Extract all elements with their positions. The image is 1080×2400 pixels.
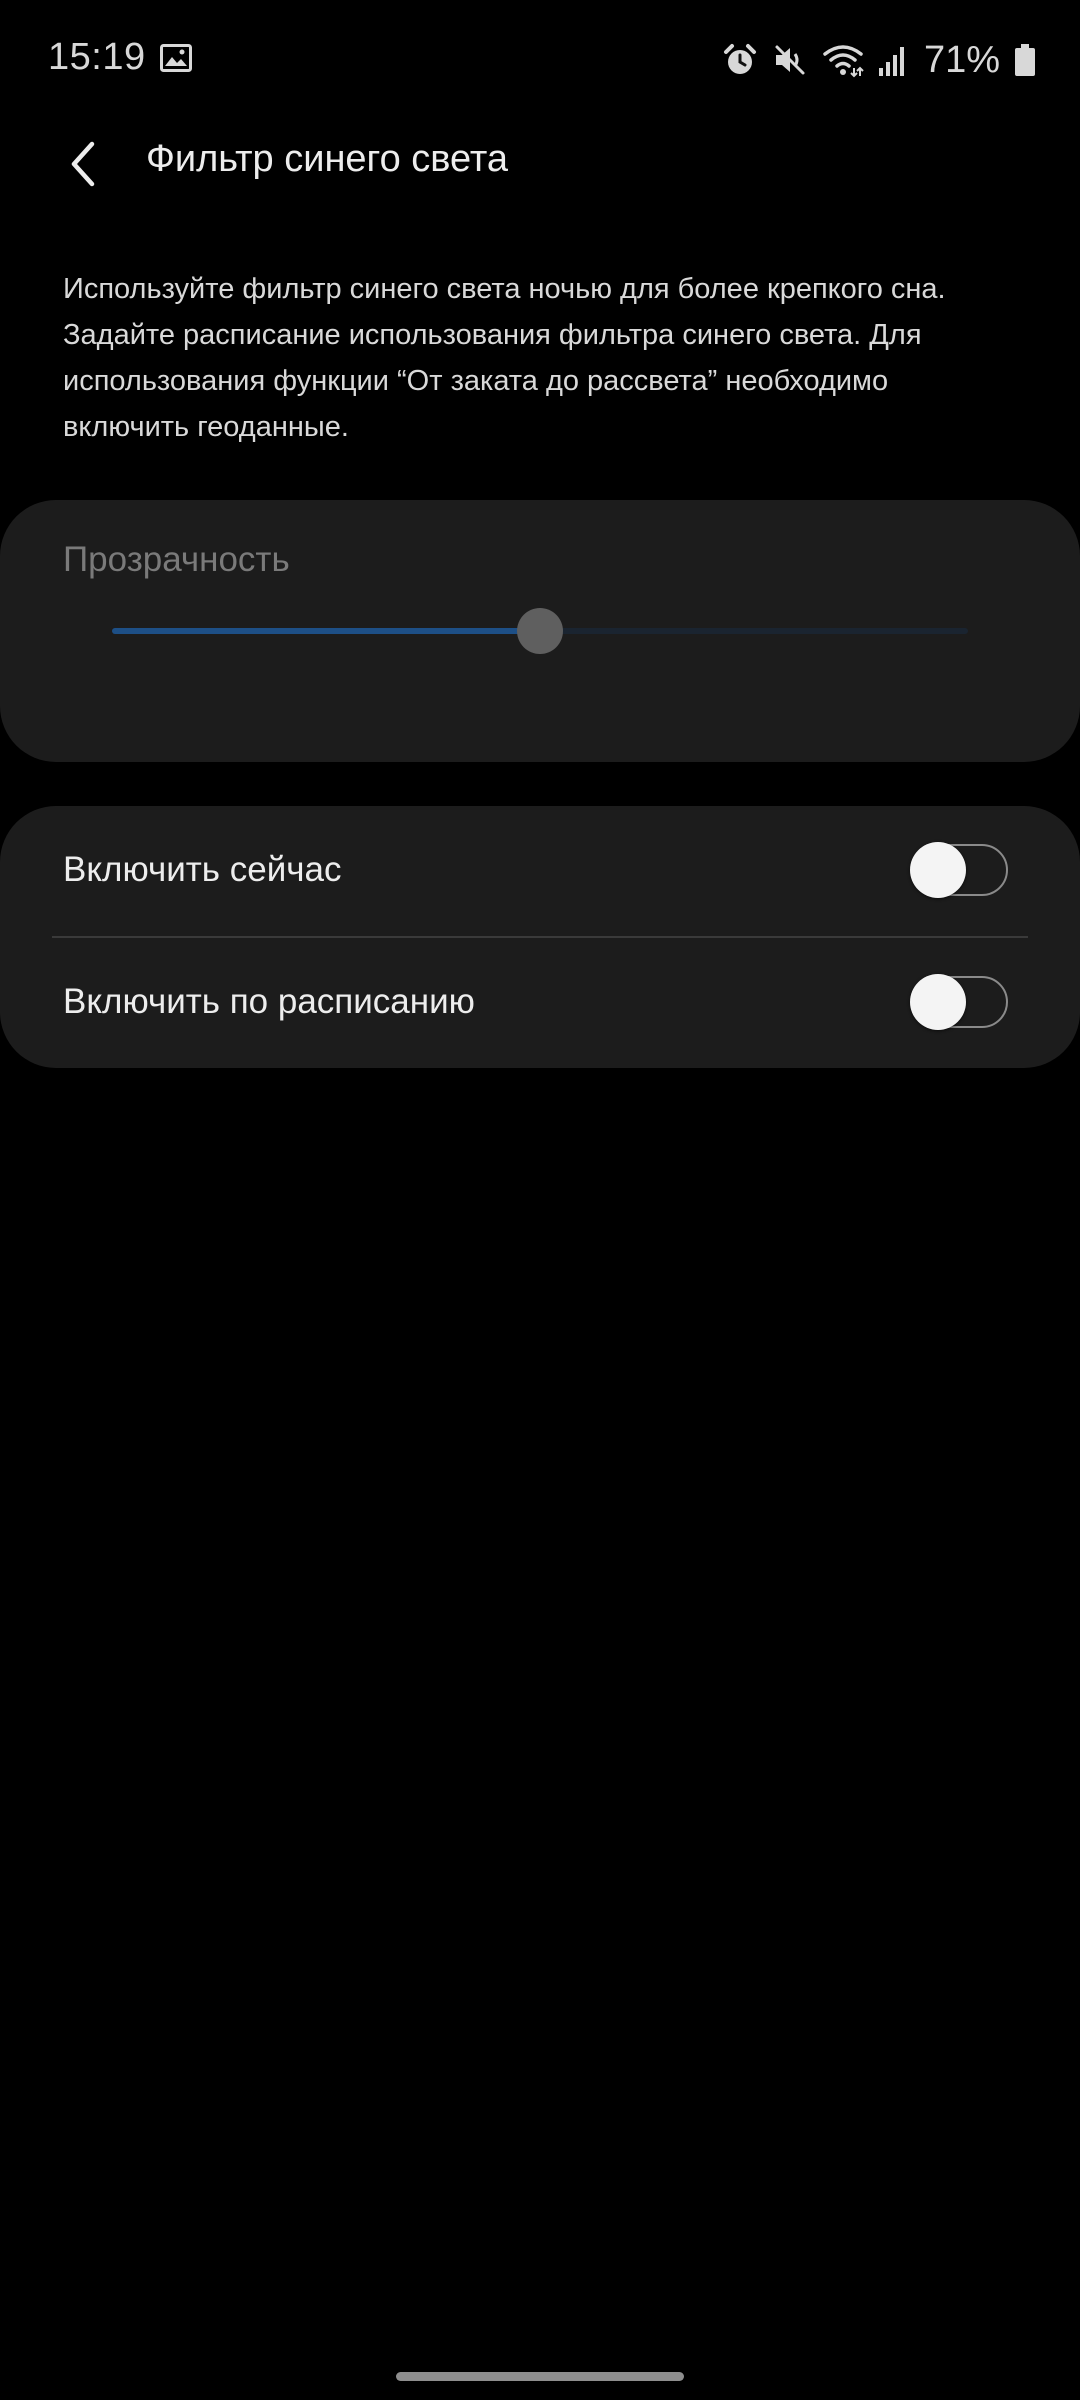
switch-knob: [910, 842, 966, 898]
enable-now-row[interactable]: Включить сейчас: [0, 806, 1080, 936]
battery-percentage: 71%: [923, 38, 1000, 81]
status-icons: 71%: [722, 34, 1036, 86]
enable-schedule-row[interactable]: Включить по расписанию: [0, 938, 1080, 1068]
chevron-left-icon: [71, 141, 95, 187]
back-button[interactable]: [54, 134, 114, 194]
transparency-card: Прозрачность: [0, 500, 1080, 762]
alarm-icon: [723, 44, 756, 74]
enable-schedule-switch[interactable]: [910, 974, 1008, 1030]
page-title: Фильтр синего света: [146, 138, 509, 180]
description-text: Используйте фильтр синего света ночью дл…: [63, 273, 946, 443]
wifi-icon: [823, 45, 864, 78]
signal-icon: [878, 47, 904, 76]
transparency-slider[interactable]: [112, 608, 968, 654]
gallery-icon: [160, 44, 192, 72]
enable-schedule-label: Включить по расписанию: [63, 982, 475, 1021]
status-time: 15:19: [48, 36, 146, 78]
slider-fill: [112, 628, 540, 634]
enable-now-label: Включить сейчас: [63, 850, 342, 889]
toggles-card: Включить сейчас Включить по расписанию: [0, 806, 1080, 1068]
mute-icon: [775, 45, 805, 75]
enable-now-switch[interactable]: [910, 842, 1008, 898]
app-bar: Фильтр синего света: [0, 120, 1080, 210]
status-bar: 15:19 71%: [0, 0, 1080, 120]
transparency-label: Прозрачность: [63, 540, 290, 579]
switch-knob: [910, 974, 966, 1030]
battery-icon: [1015, 44, 1035, 76]
gesture-navigation-bar[interactable]: [396, 2372, 684, 2381]
slider-thumb[interactable]: [517, 608, 563, 654]
